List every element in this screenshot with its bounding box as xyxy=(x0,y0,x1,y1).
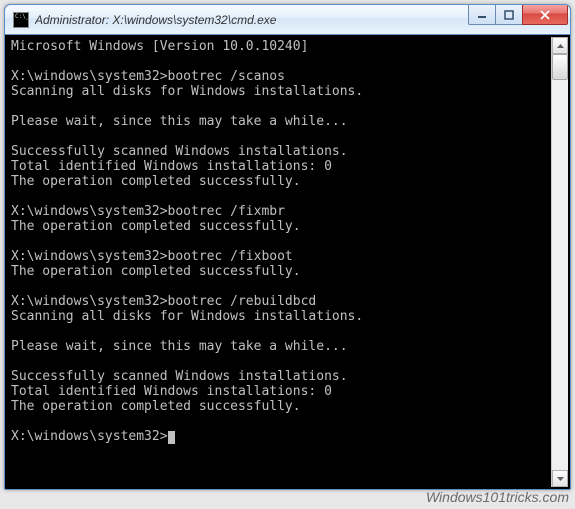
terminal-line xyxy=(11,234,547,249)
close-icon xyxy=(539,10,551,20)
maximize-icon xyxy=(504,10,514,20)
terminal-line xyxy=(11,414,547,429)
scroll-down-button[interactable] xyxy=(552,470,568,487)
minimize-button[interactable] xyxy=(468,5,496,25)
terminal-line: Total identified Windows installations: … xyxy=(11,384,547,399)
maximize-button[interactable] xyxy=(495,5,523,25)
client-area: Microsoft Windows [Version 10.0.10240] X:… xyxy=(5,35,570,489)
terminal-line: Total identified Windows installations: … xyxy=(11,159,547,174)
vertical-scrollbar[interactable] xyxy=(551,37,568,487)
terminal-line: X:\windows\system32>bootrec /fixmbr xyxy=(11,204,547,219)
terminal-line: Please wait, since this may take a while… xyxy=(11,339,547,354)
terminal-line: Microsoft Windows [Version 10.0.10240] xyxy=(11,39,547,54)
close-button[interactable] xyxy=(522,5,568,25)
window-title: Administrator: X:\windows\system32\cmd.e… xyxy=(35,13,468,27)
terminal-line xyxy=(11,354,547,369)
terminal-line xyxy=(11,324,547,339)
scrollbar-track[interactable] xyxy=(552,54,568,470)
terminal-line: The operation completed successfully. xyxy=(11,264,547,279)
terminal-line: X:\windows\system32> xyxy=(11,429,547,444)
terminal-line xyxy=(11,189,547,204)
terminal-line: Please wait, since this may take a while… xyxy=(11,114,547,129)
terminal-line xyxy=(11,129,547,144)
chevron-up-icon xyxy=(557,44,564,48)
terminal-line: X:\windows\system32>bootrec /rebuildbcd xyxy=(11,294,547,309)
titlebar[interactable]: Administrator: X:\windows\system32\cmd.e… xyxy=(5,5,570,35)
terminal-line: Scanning all disks for Windows installat… xyxy=(11,309,547,324)
scroll-up-button[interactable] xyxy=(552,37,568,54)
terminal-line: X:\windows\system32>bootrec /scanos xyxy=(11,69,547,84)
terminal-line: X:\windows\system32>bootrec /fixboot xyxy=(11,249,547,264)
watermark-text: Windows101tricks.com xyxy=(426,489,569,505)
cmd-icon xyxy=(13,12,29,28)
terminal-line: Scanning all disks for Windows installat… xyxy=(11,84,547,99)
minimize-icon xyxy=(477,10,487,20)
terminal-line xyxy=(11,279,547,294)
terminal-output[interactable]: Microsoft Windows [Version 10.0.10240] X:… xyxy=(7,37,551,487)
terminal-line: The operation completed successfully. xyxy=(11,399,547,414)
chevron-down-icon xyxy=(557,477,564,481)
scrollbar-thumb[interactable] xyxy=(552,54,568,80)
terminal-cursor xyxy=(168,431,175,444)
cmd-window: Administrator: X:\windows\system32\cmd.e… xyxy=(4,4,571,490)
terminal-line: The operation completed successfully. xyxy=(11,174,547,189)
terminal-line: Successfully scanned Windows installatio… xyxy=(11,144,547,159)
terminal-line xyxy=(11,54,547,69)
terminal-line: The operation completed successfully. xyxy=(11,219,547,234)
terminal-line xyxy=(11,99,547,114)
terminal-line: Successfully scanned Windows installatio… xyxy=(11,369,547,384)
window-controls xyxy=(468,5,568,34)
